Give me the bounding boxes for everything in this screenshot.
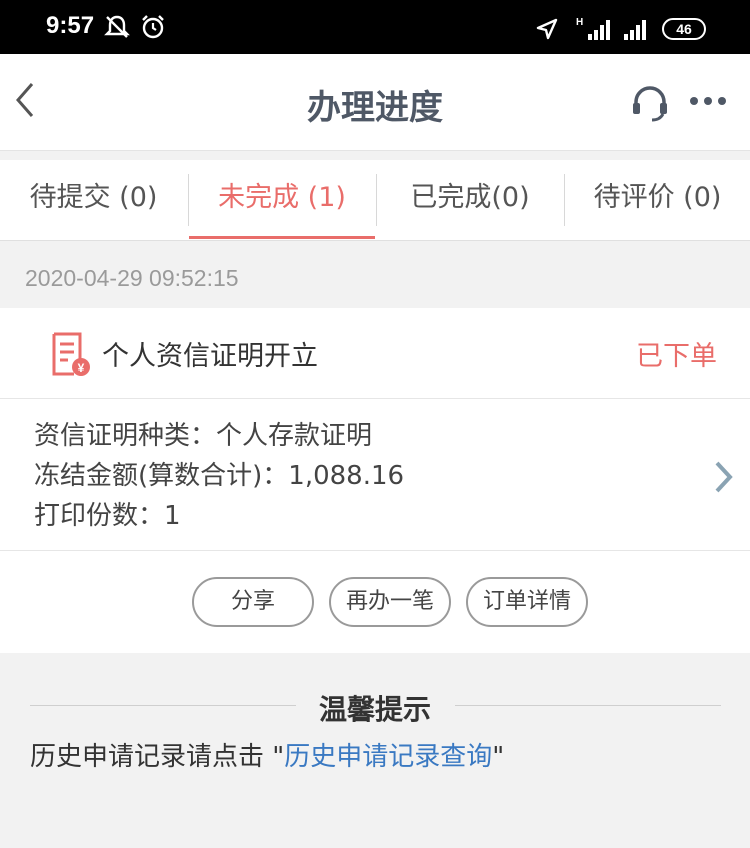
headset-icon[interactable] <box>630 82 670 122</box>
tab-divider <box>188 174 189 226</box>
order-timestamp: 2020-04-29 09:52:15 <box>25 265 239 291</box>
signal-icon <box>624 20 646 40</box>
status-time: 9:57 <box>46 12 95 39</box>
active-tab-indicator <box>189 236 375 239</box>
tips-text: 历史申请记录请点击 "历史申请记录查询" <box>30 736 504 773</box>
tab-divider <box>564 174 565 226</box>
order-actions: 分享 再办一笔 订单详情 <box>0 551 750 653</box>
mute-bell-icon <box>104 15 130 38</box>
more-icon[interactable] <box>688 94 728 108</box>
order-card-header[interactable]: ¥ 个人资信证明开立 已下单 <box>0 308 750 399</box>
tab-incomplete[interactable]: 未完成 (1) <box>189 160 375 240</box>
tips-text-before: 历史申请记录请点击 " <box>30 742 285 772</box>
detail-print-copies: 打印份数：1 <box>34 501 181 531</box>
tab-completed[interactable]: 已完成(0) <box>377 160 563 240</box>
alarm-icon <box>142 15 164 39</box>
redo-button[interactable]: 再办一笔 <box>329 577 451 627</box>
tab-bar: 待提交 (0) 未完成 (1) 已完成(0) 待评价 (0) <box>0 160 750 241</box>
svg-text:H: H <box>576 17 583 28</box>
detail-frozen-amount: 冻结金额(算数合计)：1,088.16 <box>34 461 405 491</box>
order-detail-button[interactable]: 订单详情 <box>466 577 588 627</box>
order-status: 已下单 <box>636 341 717 372</box>
chevron-right-icon[interactable] <box>712 459 736 495</box>
share-button[interactable]: 分享 <box>192 577 314 627</box>
status-bar: 9:57 H 46 <box>0 0 750 54</box>
history-query-link[interactable]: 历史申请记录查询 <box>284 742 492 772</box>
tab-pending-review[interactable]: 待评价 (0) <box>565 160 750 240</box>
order-title: 个人资信证明开立 <box>102 341 318 372</box>
detail-cert-type: 资信证明种类：个人存款证明 <box>34 421 373 451</box>
svg-text:¥: ¥ <box>78 361 85 375</box>
tips-title: 温馨提示 <box>318 693 431 726</box>
signal-h-icon: H <box>576 17 610 40</box>
nav-bar: 办理进度 <box>0 54 750 151</box>
document-icon: ¥ <box>52 332 90 376</box>
location-arrow-icon <box>536 18 558 40</box>
battery-icon: 46 <box>662 18 706 40</box>
tab-divider <box>376 174 377 226</box>
tab-pending-submit[interactable]: 待提交 (0) <box>0 160 187 240</box>
order-details[interactable]: 资信证明种类：个人存款证明 冻结金额(算数合计)：1,088.16 打印份数：1 <box>0 399 750 551</box>
tips-text-after: " <box>492 742 505 772</box>
